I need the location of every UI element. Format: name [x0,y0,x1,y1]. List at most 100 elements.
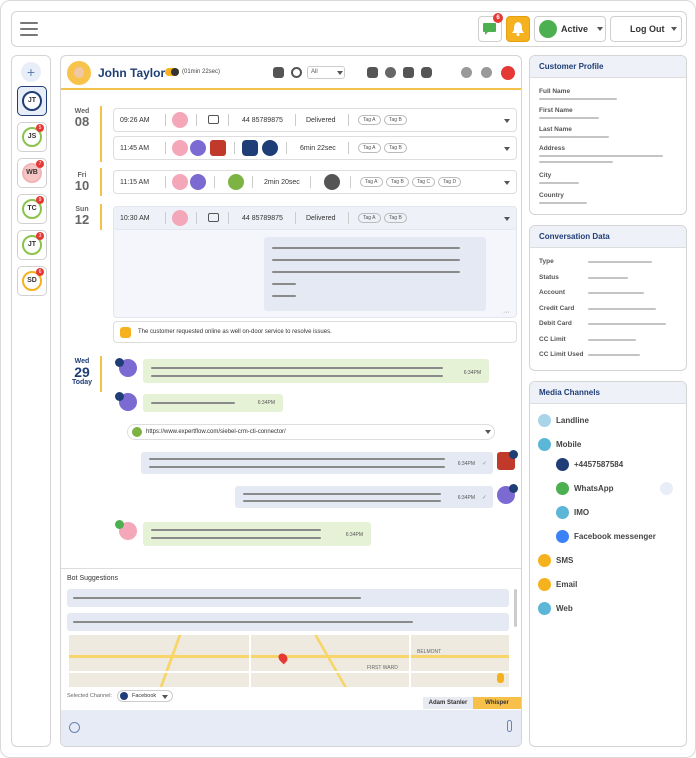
profile-field-value [539,117,599,119]
incoming-message: 6:34PM [143,394,283,412]
channel-value: Facebook [132,693,157,699]
more-options-icon[interactable]: ··· [503,309,510,316]
attachment-icon[interactable] [507,720,512,732]
profile-field-label: First Name [539,107,573,114]
conversation-field-label: Account [539,289,565,296]
chevron-down-icon[interactable] [504,217,510,221]
customer-avatar-item[interactable]: JT 3 [17,230,47,260]
filter-select[interactable]: All [307,66,345,79]
link-preview[interactable]: https://www.expertflow.com/siebel-crm-ct… [127,424,495,440]
history-row-sms[interactable]: 09:26 AM 44 85789875 Delivered Tag A Tag… [113,108,517,132]
document-icon [242,140,258,156]
profile-field-label: Address [539,145,566,152]
timer-icon[interactable] [385,67,396,78]
whatsapp-icon [556,482,569,495]
incoming-message: 6:34PM [143,359,489,383]
suggestion-item[interactable] [67,613,509,631]
users-icon[interactable] [367,67,378,78]
hand-icon[interactable] [421,67,432,78]
channel-mobile[interactable]: Mobile [556,440,581,449]
chevron-down-icon[interactable] [504,119,510,123]
customer-name: John Taylor [98,66,166,80]
conversation-field-label: Status [539,273,559,281]
whatsapp-icon [115,520,124,529]
message-composer[interactable] [61,710,521,746]
customer-avatar-item[interactable]: SD 6 [17,266,47,296]
agent-avatar [172,210,188,226]
chevron-down-icon [671,27,677,31]
history-row-chat[interactable]: 11:45 AM 6min 22sec Tag A Tag B [113,136,517,160]
channel-sms[interactable]: SMS [556,556,573,565]
tab-agent[interactable]: Adam Stanler [423,697,473,709]
notification-bell-button[interactable] [506,16,530,42]
channel-imo[interactable]: IMO [574,508,589,517]
channel-landline[interactable]: Landline [556,416,589,425]
row-duration: 6min 22sec [300,145,336,152]
bot-avatar [210,140,226,156]
unread-badge: 5 [36,124,44,132]
search-icon[interactable] [291,67,302,78]
calendar-icon[interactable] [273,67,284,78]
flag-icon[interactable] [403,67,414,78]
mobile-number[interactable]: +4457587584 [574,460,623,469]
toggle-icon[interactable] [165,68,179,76]
read-check-icon: ✓ [481,461,487,467]
channel-select[interactable]: Facebook [117,690,173,702]
chat-notification-button[interactable]: 6 [478,13,503,42]
map-view[interactable]: BELMONT FIRST WARD [69,635,509,687]
messenger-icon [115,392,124,401]
agent-avatar [190,174,206,190]
unread-badge: 7 [36,160,44,168]
tab-whisper[interactable]: Whisper [473,697,521,709]
customer-avatar-item[interactable]: JT [17,86,47,116]
agent-avatar [190,140,206,156]
hamburger-menu-icon[interactable] [20,22,38,36]
media-channels-panel: Media Channels Landline Mobile +44575875… [529,381,687,747]
pause-icon[interactable] [481,67,492,78]
suggestion-item[interactable] [67,589,509,607]
app-frame: 6 Active Log Out + JT JS 5 WB 7 TC 9 JT 3 SD 6 Joh… [0,0,696,758]
channel-facebook-messenger[interactable]: Facebook messenger [574,532,656,541]
day-divider [100,106,102,162]
agent-status-select[interactable]: Active [534,16,606,42]
row-number: 44 85789875 [242,117,283,124]
customer-profile-panel: Customer Profile Full Name First Name Last… [529,55,687,215]
row-time: 11:15 AM [120,179,150,186]
chevron-down-icon[interactable] [504,147,510,151]
tag: Tag B [384,115,407,125]
customer-profile-title: Customer Profile [530,56,686,78]
end-call-button[interactable] [501,66,515,80]
channel-whatsapp[interactable]: WhatsApp [574,484,614,493]
history-row-call[interactable]: 11:15 AM 2min 20sec Tag A Tag B Tag C Ta… [113,170,517,194]
conversation-field-label: Type [539,258,554,265]
chevron-down-icon[interactable] [504,181,510,185]
add-customer-button[interactable]: + [21,62,41,82]
read-check-icon: ✓ [481,495,487,501]
channel-web[interactable]: Web [556,604,573,613]
scrollbar[interactable] [514,589,517,627]
row-time: 11:45 AM [120,145,150,152]
mic-icon[interactable] [461,67,472,78]
channel-email[interactable]: Email [556,580,577,589]
facebook-messenger-icon [556,530,569,543]
bot-suggestions-panel: Bot Suggestions BELMONT FIRST WARD Selec… [61,568,521,746]
history-row-sms[interactable]: 10:30 AM 44 85789875 Delivered Tag A Tag… [113,206,517,230]
call-icon[interactable] [660,482,673,495]
conversation-data-title: Conversation Data [530,226,686,248]
logout-button[interactable]: Log Out [610,16,682,42]
agent-avatar [172,174,188,190]
messenger-icon [115,358,124,367]
unread-badge: 9 [36,196,44,204]
day-marker: Fri 10 [74,172,90,193]
customer-avatar-item[interactable]: JS 5 [17,122,47,152]
customer-avatar-item[interactable]: TC 9 [17,194,47,224]
customer-avatar-item[interactable]: WB 7 [17,158,47,188]
conversation-field-label: CC Limit Used [539,351,584,358]
street-view-icon[interactable] [497,673,504,683]
chevron-down-icon[interactable] [485,430,491,434]
tag: Tag D [438,177,462,187]
emoji-icon[interactable] [69,722,80,733]
profile-field-value [539,136,609,138]
profile-field-label: Country [539,192,564,199]
day-marker: Sun 12 [74,206,90,227]
